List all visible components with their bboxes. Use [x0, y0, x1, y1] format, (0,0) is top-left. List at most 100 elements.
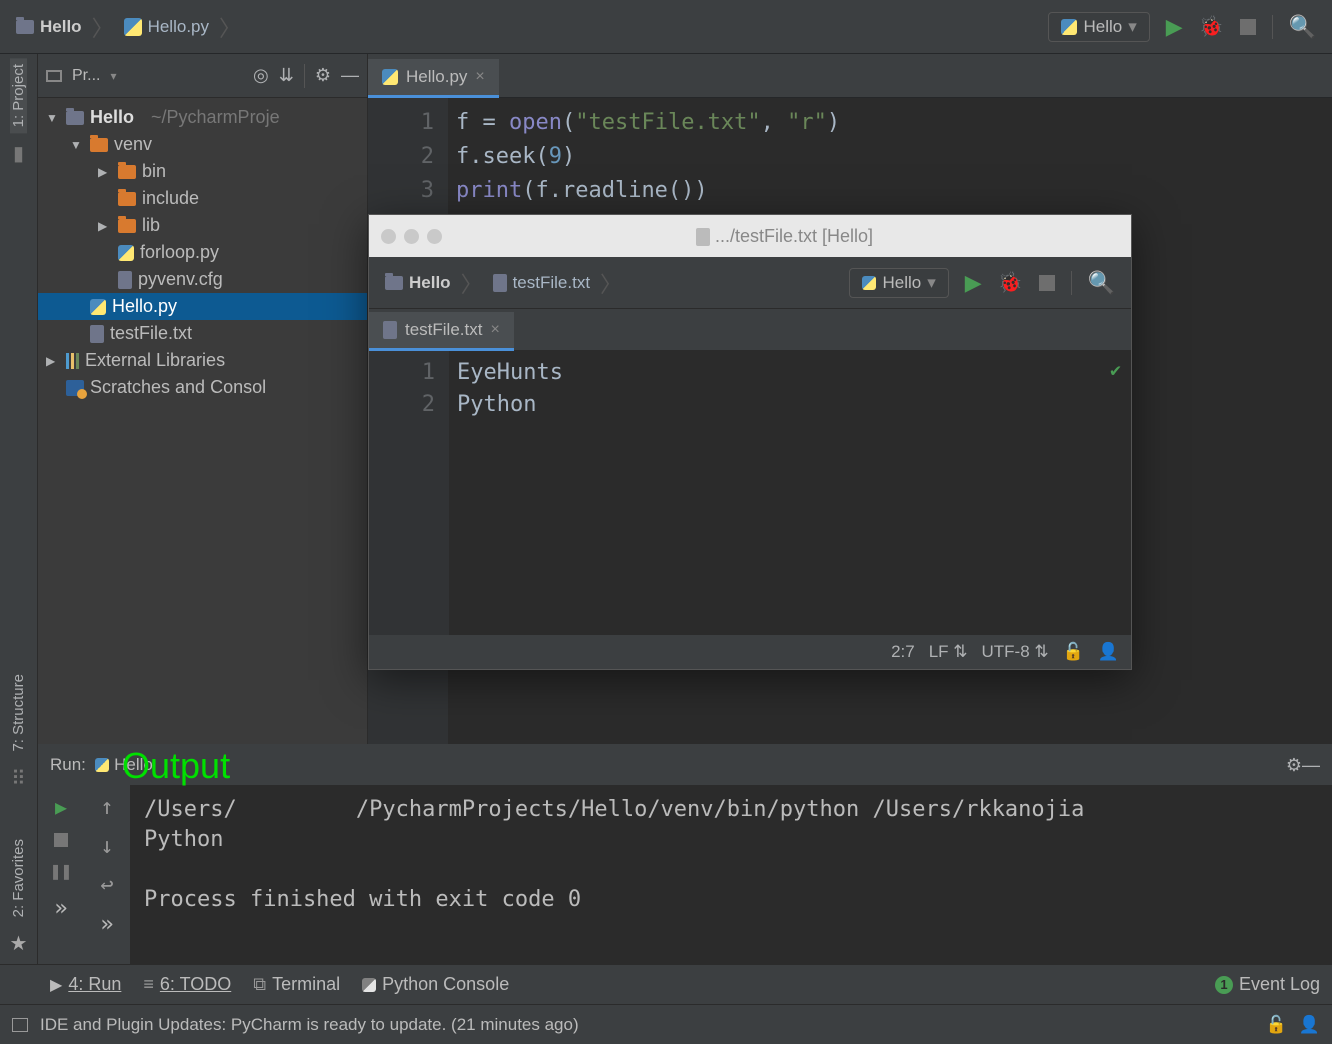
folder-icon — [16, 20, 34, 34]
tool-run[interactable]: ▶4: Run — [50, 974, 121, 995]
folder-icon[interactable]: ▮ — [13, 141, 24, 166]
maximize-window-icon[interactable] — [427, 229, 442, 244]
more-button[interactable]: » — [54, 896, 67, 921]
cursor-position[interactable]: 2:7 — [891, 642, 915, 662]
run-output-rail: ↑ ↓ ↩ » — [84, 785, 130, 964]
project-view-icon — [46, 70, 62, 82]
tree-include[interactable]: include — [38, 185, 367, 212]
close-icon[interactable]: × — [490, 321, 499, 339]
chevron-right-icon: 〉 — [600, 267, 622, 299]
stop-button[interactable] — [1240, 19, 1256, 35]
close-icon[interactable]: × — [475, 68, 484, 86]
secondary-window[interactable]: .../testFile.txt [Hello] Hello 〉 testFil… — [368, 214, 1132, 670]
down-button[interactable]: ↓ — [100, 834, 113, 859]
inspector-icon[interactable]: 👤 — [1299, 1015, 1320, 1035]
encoding[interactable]: UTF-8 ⇅ — [982, 642, 1049, 662]
stop-button[interactable] — [1039, 275, 1055, 291]
tree-bin[interactable]: ▶ bin — [38, 158, 367, 185]
file-icon — [696, 228, 710, 246]
python-icon — [362, 978, 376, 992]
minimize-icon[interactable]: — — [341, 65, 359, 86]
stop-button[interactable] — [54, 833, 68, 847]
lock-icon[interactable]: 🔓 — [1063, 642, 1084, 662]
tree-hello-selected[interactable]: Hello.py — [38, 293, 367, 320]
inspector-icon[interactable]: 👤 — [1098, 642, 1119, 662]
search-button[interactable]: 🔍 — [1088, 270, 1115, 296]
tool-terminal[interactable]: ⧉Terminal — [253, 974, 340, 995]
breadcrumb-project[interactable]: Hello — [8, 8, 90, 46]
top-navigation: Hello 〉 Hello.py 〉 Hello ▾ ▶ 🐞 🔍 — [0, 0, 1332, 54]
status-icon[interactable] — [12, 1018, 28, 1032]
editor-tab-hello[interactable]: Hello.py × — [368, 59, 499, 98]
collapse-icon[interactable]: ⇊ — [279, 65, 294, 86]
bottom-tool-strip: ▶4: Run ≡6: TODO ⧉Terminal Python Consol… — [0, 964, 1332, 1004]
close-window-icon[interactable] — [381, 229, 396, 244]
tool-todo[interactable]: ≡6: TODO — [143, 974, 231, 995]
up-button[interactable]: ↑ — [100, 795, 113, 820]
target-icon[interactable]: ◎ — [253, 65, 269, 86]
run-output[interactable]: /Users/ /PycharmProjects/Hello/venv/bin/… — [130, 785, 1332, 964]
project-tree[interactable]: ▼ Hello ~/PycharmProje ▼ venv ▶ bin incl… — [38, 98, 367, 407]
tree-pyvenv[interactable]: pyvenv.cfg — [38, 266, 367, 293]
sidebar-title[interactable]: Pr... — [72, 67, 100, 85]
tool-python-console[interactable]: Python Console — [362, 974, 509, 995]
run-panel-title: Run: — [50, 755, 86, 775]
tree-lib[interactable]: ▶ lib — [38, 212, 367, 239]
search-button[interactable]: 🔍 — [1289, 14, 1316, 40]
pause-button[interactable]: ❚❚ — [50, 861, 72, 882]
library-icon — [66, 353, 79, 369]
status-message[interactable]: IDE and Plugin Updates: PyCharm is ready… — [40, 1015, 579, 1035]
status-bar: IDE and Plugin Updates: PyCharm is ready… — [0, 1004, 1332, 1044]
tree-testfile[interactable]: testFile.txt — [38, 320, 367, 347]
breadcrumb-file[interactable]: Hello.py — [116, 8, 217, 46]
breadcrumb-project[interactable]: Hello — [377, 264, 459, 302]
secondary-code-body[interactable]: ✔ EyeHunts Python — [449, 351, 1131, 635]
chevron-down-icon: ▾ — [927, 273, 936, 293]
run-configuration-selector[interactable]: Hello ▾ — [849, 268, 948, 298]
chevron-down-icon: ▾ — [1128, 17, 1137, 37]
tree-venv[interactable]: ▼ venv — [38, 131, 367, 158]
project-tool-tab[interactable]: 1: Project — [10, 58, 27, 133]
arrow-right-icon[interactable]: ▶ — [98, 165, 112, 179]
arrow-right-icon[interactable]: ▶ — [98, 219, 112, 233]
wrap-button[interactable]: ↩ — [100, 873, 113, 898]
gear-icon[interactable]: ⚙ — [1286, 755, 1302, 776]
more-button[interactable]: » — [100, 912, 113, 937]
gear-icon[interactable]: ⚙ — [315, 65, 331, 86]
breadcrumb-file[interactable]: testFile.txt — [485, 264, 598, 302]
chevron-right-icon: 〉 — [219, 11, 241, 43]
folder-icon — [385, 276, 403, 290]
window-title: .../testFile.txt [Hello] — [450, 226, 1119, 247]
tree-scratches[interactable]: Scratches and Consol — [38, 374, 367, 401]
minimize-icon[interactable]: — — [1302, 755, 1320, 776]
star-icon: ★ — [10, 931, 28, 956]
tree-root[interactable]: ▼ Hello ~/PycharmProje — [38, 104, 367, 131]
run-button[interactable]: ▶ — [1166, 14, 1183, 40]
favorites-tool-tab[interactable]: 2: Favorites — [10, 833, 27, 923]
tool-event-log[interactable]: 1 Event Log — [1215, 974, 1320, 995]
line-separator[interactable]: LF ⇅ — [929, 642, 968, 662]
minimize-window-icon[interactable] — [404, 229, 419, 244]
run-button[interactable]: ▶ — [965, 270, 982, 296]
tree-external-libs[interactable]: ▶ External Libraries — [38, 347, 367, 374]
lock-icon[interactable]: 🔓 — [1266, 1015, 1287, 1035]
window-titlebar[interactable]: .../testFile.txt [Hello] — [369, 215, 1131, 257]
event-count-badge: 1 — [1215, 976, 1233, 994]
arrow-down-icon[interactable]: ▼ — [46, 111, 60, 125]
tree-forloop[interactable]: forloop.py — [38, 239, 367, 266]
secondary-nav: Hello 〉 testFile.txt 〉 Hello ▾ ▶ 🐞 🔍 — [369, 257, 1131, 309]
divider — [304, 64, 305, 88]
structure-tool-tab[interactable]: 7: Structure — [10, 668, 27, 758]
tab-testfile[interactable]: testFile.txt × — [369, 312, 514, 351]
arrow-right-icon[interactable]: ▶ — [46, 354, 60, 368]
rerun-button[interactable]: ▶ — [55, 795, 67, 819]
debug-button[interactable]: 🐞 — [998, 270, 1023, 295]
secondary-editor[interactable]: 1 2 ✔ EyeHunts Python — [369, 351, 1131, 635]
debug-button[interactable]: 🐞 — [1199, 14, 1224, 39]
run-panel: Output Run: Hello ⚙ — ▶ ❚❚ » ↑ ↓ ↩ » /Us… — [38, 744, 1332, 964]
chevron-down-icon[interactable]: ▾ — [110, 69, 116, 83]
arrow-down-icon[interactable]: ▼ — [70, 138, 84, 152]
run-controls-rail: ▶ ❚❚ » — [38, 785, 84, 964]
run-configuration-selector[interactable]: Hello ▾ — [1048, 12, 1149, 42]
folder-icon — [90, 138, 108, 152]
